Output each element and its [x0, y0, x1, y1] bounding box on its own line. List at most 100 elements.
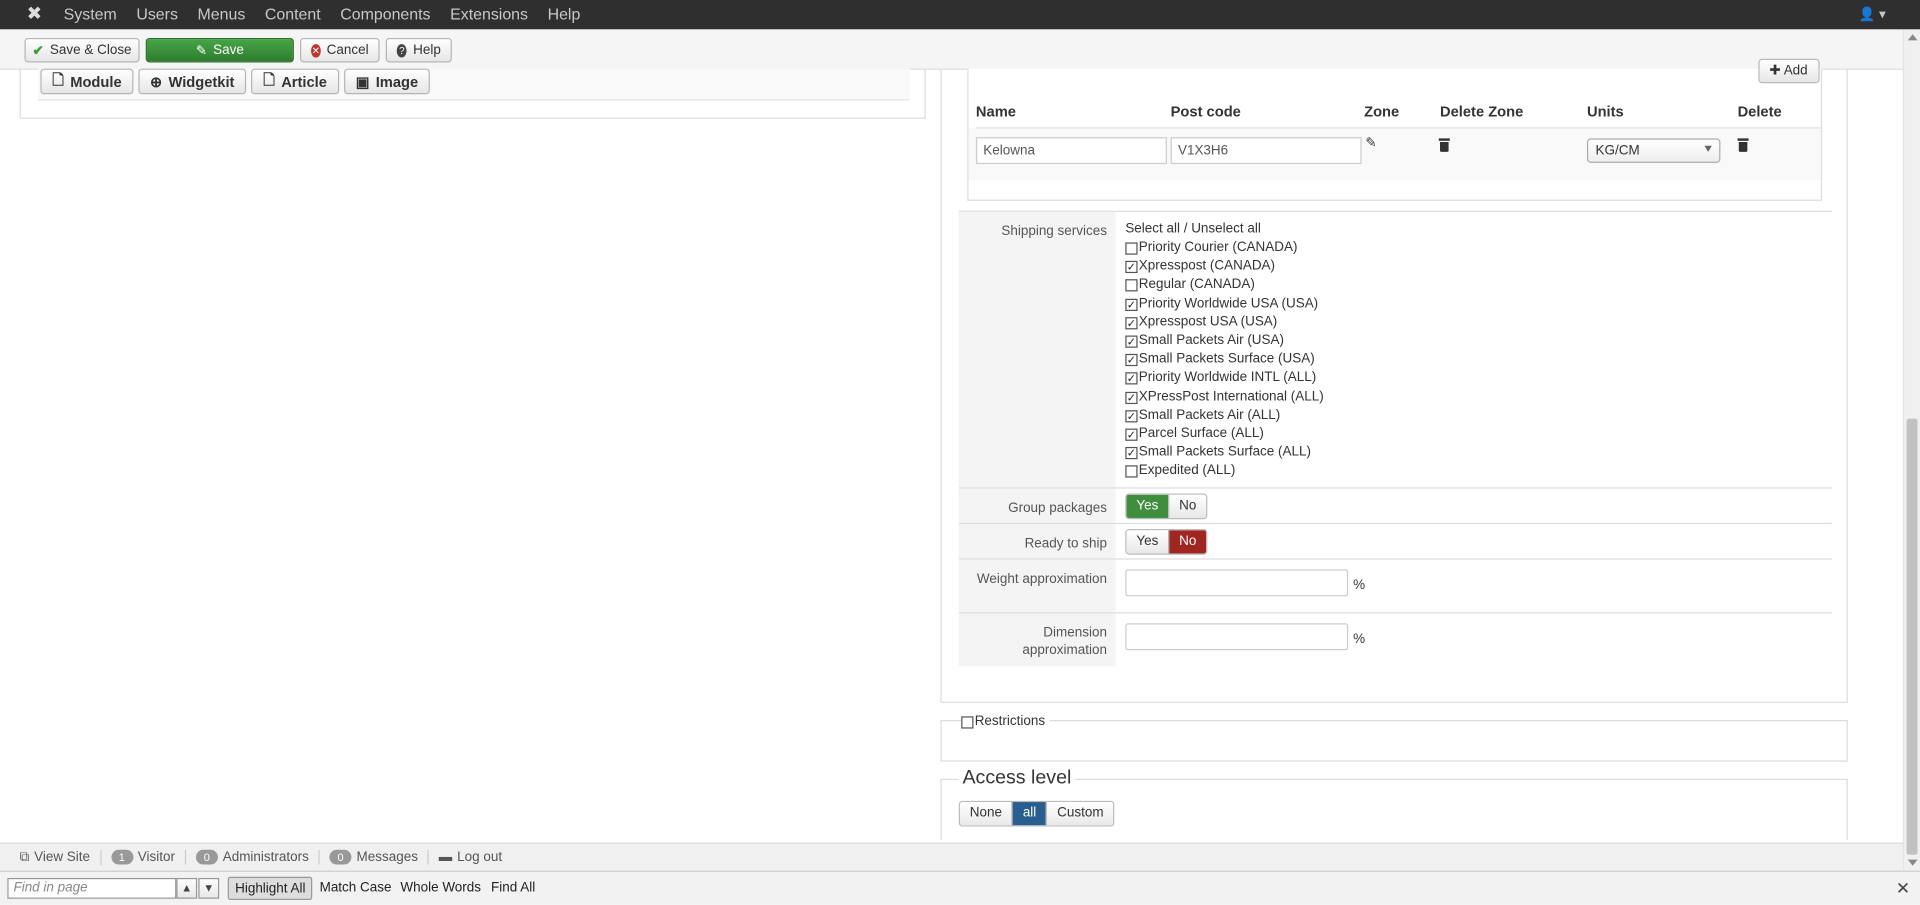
ready-to-ship-no[interactable]: No: [1168, 530, 1207, 554]
zone-name-input[interactable]: Kelowna: [975, 137, 1167, 165]
service-label: Expedited (ALL): [1138, 462, 1236, 478]
checkbox[interactable]: [1125, 465, 1138, 478]
delete-zone-trash-icon[interactable]: [1438, 138, 1450, 152]
help-button[interactable]: ? Help: [385, 37, 452, 63]
help-label: Help: [413, 42, 441, 58]
service-label: Small Packets Air (ALL): [1138, 407, 1281, 423]
access-none-option[interactable]: None: [960, 802, 1012, 826]
service-item[interactable]: ✓ Priority Worldwide INTL (ALL): [1125, 369, 1316, 386]
scroll-up-arrow-icon[interactable]: [1907, 34, 1918, 41]
ready-to-ship-yes[interactable]: Yes: [1126, 530, 1169, 554]
access-all-option[interactable]: all: [1011, 802, 1047, 826]
service-item[interactable]: Priority Courier (CANADA): [1125, 239, 1297, 256]
column-header-zone: Zone: [1364, 102, 1400, 121]
editor-buttons-bar: 🗋 Module ⊕ Widgetkit 🗋 Article ▣ Image: [37, 68, 910, 101]
find-all-button[interactable]: Find All: [485, 877, 541, 900]
save-close-button[interactable]: ✔ Save & Close: [24, 37, 140, 63]
admins-count-badge: 0: [195, 849, 218, 865]
menu-content[interactable]: Content: [255, 0, 330, 29]
menu-menus[interactable]: Menus: [188, 0, 255, 29]
zones-table: ✚ Add Name Post code Zone Delete Zone Un…: [967, 58, 1823, 201]
service-item[interactable]: Expedited (ALL): [1125, 462, 1235, 479]
insert-widgetkit-button[interactable]: ⊕ Widgetkit: [138, 68, 247, 95]
close-icon[interactable]: ✕: [1896, 878, 1910, 898]
group-packages-label: Group packages: [958, 488, 1116, 523]
checkbox-checked[interactable]: ✓: [1125, 353, 1138, 367]
zone-postcode-input[interactable]: V1X3H6: [1170, 137, 1362, 165]
shipping-services-list: Select all / Unselect all Priority Couri…: [1123, 212, 1832, 488]
save-button[interactable]: ✎ Save: [145, 37, 294, 63]
restrictions-checkbox[interactable]: [961, 716, 974, 729]
weight-approximation-input[interactable]: [1125, 569, 1349, 597]
view-site-label: View Site: [34, 849, 91, 865]
scroll-down-arrow-icon[interactable]: [1907, 859, 1918, 866]
dimension-approximation-label: Dimension approximation: [958, 613, 1116, 667]
insert-module-button[interactable]: 🗋 Module: [40, 68, 134, 95]
menu-users[interactable]: Users: [127, 0, 188, 29]
access-level-toggle: None all Custom: [958, 800, 1115, 827]
service-item[interactable]: ✓ Xpresspost (CANADA): [1125, 257, 1275, 274]
service-label: Small Packets Air (USA): [1138, 333, 1285, 348]
find-next-icon[interactable]: ▼: [198, 877, 220, 899]
checkbox-checked[interactable]: ✓: [1125, 391, 1138, 405]
visitors-link[interactable]: 1 Visitor: [101, 849, 186, 865]
group-packages-toggle: Yes No: [1125, 493, 1208, 520]
save-close-label: Save & Close: [49, 42, 132, 58]
menu-help[interactable]: Help: [538, 0, 590, 29]
checkbox-checked[interactable]: ✓: [1125, 260, 1138, 274]
checkbox-checked[interactable]: ✓: [1125, 372, 1138, 385]
group-packages-row: Group packages Yes No: [958, 487, 1832, 523]
delete-row-trash-icon[interactable]: [1737, 138, 1749, 152]
menu-components[interactable]: Components: [330, 0, 440, 29]
find-previous-icon[interactable]: ▲: [176, 877, 198, 899]
view-site-link[interactable]: ⧉ View Site: [10, 849, 102, 866]
cancel-button[interactable]: ✕ Cancel: [300, 37, 380, 63]
match-case-button[interactable]: Match Case: [313, 877, 397, 900]
checkbox-checked[interactable]: ✓: [1125, 446, 1138, 460]
messages-link[interactable]: 0 Messages: [320, 849, 429, 865]
service-label: Priority Worldwide USA (USA): [1138, 296, 1319, 312]
insert-article-button[interactable]: 🗋 Article: [251, 68, 340, 95]
service-item[interactable]: ✓ Small Packets Surface (ALL): [1125, 443, 1311, 460]
service-item[interactable]: ✓ Priority Worldwide USA (USA): [1125, 295, 1318, 312]
service-item[interactable]: ✓ Small Packets Air (ALL): [1125, 407, 1280, 424]
editor-panel: 🗋 Module ⊕ Widgetkit 🗋 Article ▣ Image: [19, 68, 926, 119]
service-item[interactable]: Regular (CANADA): [1125, 276, 1255, 293]
service-item[interactable]: ✓ Parcel Surface (ALL): [1125, 425, 1264, 442]
checkbox[interactable]: [1125, 279, 1138, 292]
select-all-toggle[interactable]: Select all / Unselect all: [1125, 222, 1261, 237]
page-scrollbar[interactable]: [1902, 29, 1920, 871]
checkbox[interactable]: [1125, 242, 1138, 255]
column-header-units: Units: [1586, 102, 1624, 121]
service-item[interactable]: ✓ Xpresspost USA (USA): [1125, 313, 1277, 330]
service-item[interactable]: ✓ XPressPost International (ALL): [1125, 388, 1324, 405]
dimension-approximation-input[interactable]: [1125, 623, 1349, 651]
whole-words-button[interactable]: Whole Words: [394, 877, 487, 900]
checkbox-checked[interactable]: ✓: [1125, 410, 1138, 423]
service-item[interactable]: ✓ Small Packets Surface (USA): [1125, 350, 1315, 367]
service-item[interactable]: ✓ Small Packets Air (USA): [1125, 332, 1284, 349]
access-custom-option[interactable]: Custom: [1046, 802, 1114, 826]
logout-link[interactable]: ▬ Log out: [429, 850, 512, 865]
highlight-all-button[interactable]: Highlight All: [227, 876, 313, 901]
group-packages-no[interactable]: No: [1168, 494, 1207, 518]
checkbox-checked[interactable]: ✓: [1125, 335, 1138, 348]
add-zone-button[interactable]: ✚ Add: [1758, 58, 1820, 84]
group-packages-yes[interactable]: Yes: [1126, 494, 1169, 518]
joomla-logo-icon[interactable]: ✖: [24, 4, 44, 25]
checkbox-checked[interactable]: ✓: [1125, 317, 1138, 330]
find-input[interactable]: Find in page: [7, 877, 177, 899]
scroll-thumb[interactable]: [1906, 418, 1918, 855]
checkbox-checked[interactable]: ✓: [1125, 428, 1138, 441]
units-select[interactable]: KG/CM: [1586, 138, 1721, 163]
shipping-settings-panel: ✚ Add Name Post code Zone Delete Zone Un…: [940, 58, 1848, 703]
question-icon: ?: [396, 43, 407, 57]
menu-system[interactable]: System: [54, 0, 127, 29]
user-menu-icon[interactable]: 👤 ▾: [1858, 0, 1885, 29]
edit-icon: ✎: [195, 43, 208, 59]
insert-image-button[interactable]: ▣ Image: [344, 68, 430, 95]
menu-extensions[interactable]: Extensions: [440, 0, 537, 29]
pencil-icon[interactable]: ✎: [1365, 137, 1378, 150]
checkbox-checked[interactable]: ✓: [1125, 298, 1138, 312]
administrators-link[interactable]: 0 Administrators: [186, 849, 320, 865]
